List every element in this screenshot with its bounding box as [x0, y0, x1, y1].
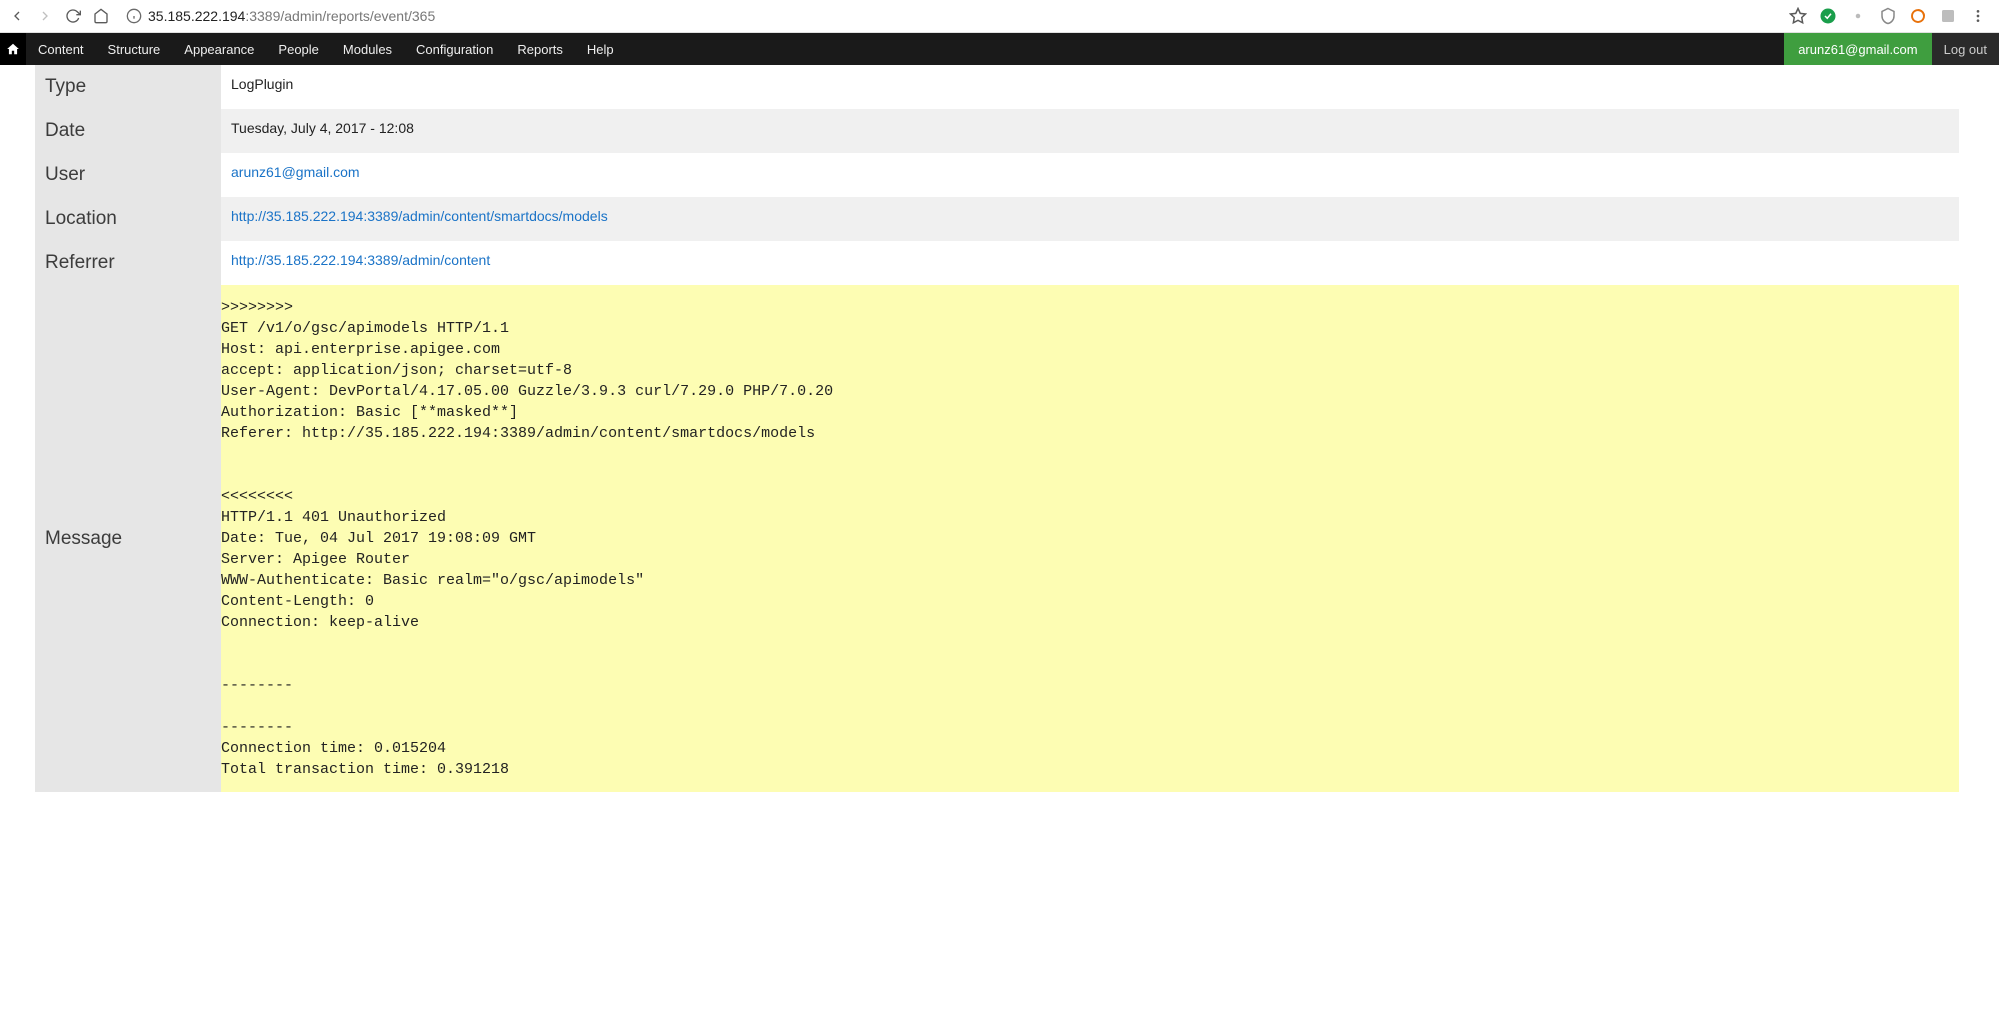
reload-button[interactable]	[64, 7, 82, 25]
admin-user-email[interactable]: arunz61@gmail.com	[1784, 33, 1931, 65]
row-type: Type LogPlugin	[35, 65, 1959, 109]
url-rest: :3389/admin/reports/event/365	[245, 8, 435, 24]
site-info-icon[interactable]	[126, 8, 142, 24]
admin-menu-help[interactable]: Help	[575, 33, 626, 65]
label-referrer: Referrer	[35, 241, 221, 285]
value-referrer: http://35.185.222.194:3389/admin/content	[221, 241, 1959, 285]
extension-square-icon[interactable]	[1939, 7, 1957, 25]
extension-green-check-icon[interactable]	[1819, 7, 1837, 25]
admin-toolbar: Content Structure Appearance People Modu…	[0, 33, 1999, 65]
extension-orange-icon[interactable]	[1909, 7, 1927, 25]
value-type: LogPlugin	[221, 65, 1959, 109]
admin-menu-structure[interactable]: Structure	[96, 33, 173, 65]
row-date: Date Tuesday, July 4, 2017 - 12:08	[35, 109, 1959, 153]
url-text: 35.185.222.194:3389/admin/reports/event/…	[148, 8, 435, 24]
back-button[interactable]	[8, 7, 26, 25]
row-referrer: Referrer http://35.185.222.194:3389/admi…	[35, 241, 1959, 285]
row-user: User arunz61@gmail.com	[35, 153, 1959, 197]
value-date: Tuesday, July 4, 2017 - 12:08	[221, 109, 1959, 153]
admin-menu-modules[interactable]: Modules	[331, 33, 404, 65]
admin-menu-reports[interactable]: Reports	[505, 33, 575, 65]
browser-menu-icon[interactable]	[1969, 7, 1987, 25]
location-link[interactable]: http://35.185.222.194:3389/admin/content…	[231, 208, 608, 224]
user-link[interactable]: arunz61@gmail.com	[231, 164, 360, 180]
admin-menu-people[interactable]: People	[266, 33, 330, 65]
label-date: Date	[35, 109, 221, 153]
label-location: Location	[35, 197, 221, 241]
message-block: >>>>>>>> GET /v1/o/gsc/apimodels HTTP/1.…	[221, 285, 1959, 792]
address-bar[interactable]: 35.185.222.194:3389/admin/reports/event/…	[120, 8, 1779, 24]
label-user: User	[35, 153, 221, 197]
extension-gray-dot-icon[interactable]	[1849, 7, 1867, 25]
bookmark-star-icon[interactable]	[1789, 7, 1807, 25]
admin-menu: Content Structure Appearance People Modu…	[26, 33, 626, 65]
admin-menu-configuration[interactable]: Configuration	[404, 33, 505, 65]
page-content: Type LogPlugin Date Tuesday, July 4, 201…	[0, 65, 1999, 792]
label-message: Message	[35, 285, 221, 792]
label-type: Type	[35, 65, 221, 109]
browser-right-icons	[1789, 7, 1991, 25]
value-user: arunz61@gmail.com	[221, 153, 1959, 197]
forward-button[interactable]	[36, 7, 54, 25]
admin-menu-content[interactable]: Content	[26, 33, 96, 65]
admin-home-icon[interactable]	[0, 33, 26, 65]
row-message: Message >>>>>>>> GET /v1/o/gsc/apimodels…	[35, 285, 1959, 792]
extension-shield-icon[interactable]	[1879, 7, 1897, 25]
admin-logout[interactable]: Log out	[1932, 33, 1999, 65]
browser-chrome: 35.185.222.194:3389/admin/reports/event/…	[0, 0, 1999, 33]
home-button[interactable]	[92, 7, 110, 25]
value-message: >>>>>>>> GET /v1/o/gsc/apimodels HTTP/1.…	[221, 285, 1959, 792]
event-details-table: Type LogPlugin Date Tuesday, July 4, 201…	[35, 65, 1959, 792]
row-location: Location http://35.185.222.194:3389/admi…	[35, 197, 1959, 241]
url-host: 35.185.222.194	[148, 8, 245, 24]
referrer-link[interactable]: http://35.185.222.194:3389/admin/content	[231, 252, 490, 268]
value-location: http://35.185.222.194:3389/admin/content…	[221, 197, 1959, 241]
admin-menu-appearance[interactable]: Appearance	[172, 33, 266, 65]
